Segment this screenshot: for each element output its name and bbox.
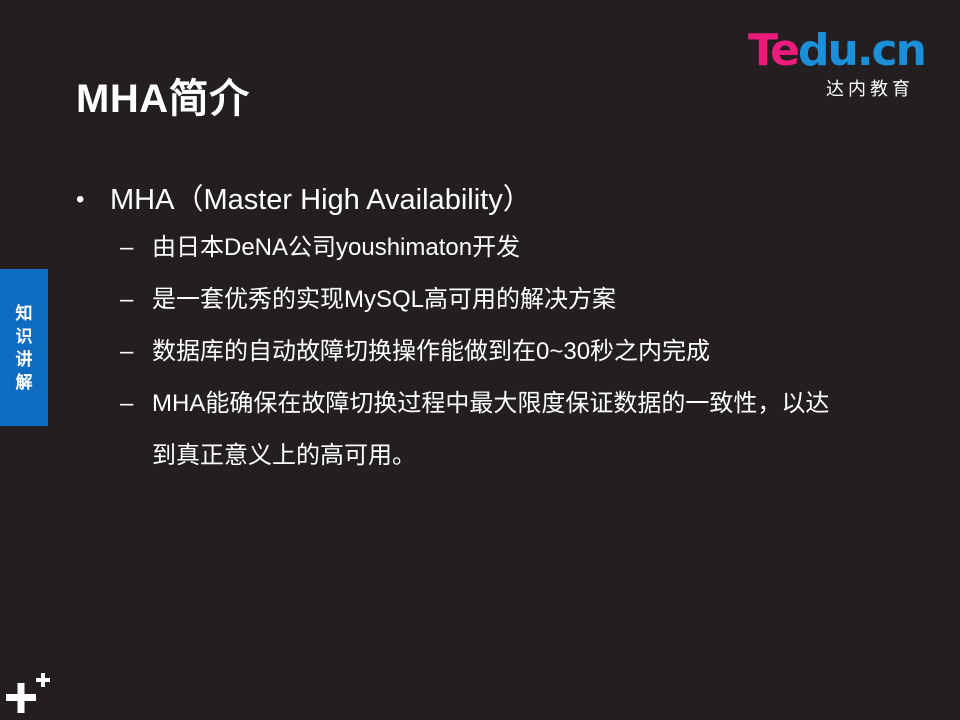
section-tab: 知 识 讲 解: [0, 269, 48, 426]
sub-bullet-marker: –: [120, 286, 134, 313]
brand-logo: Tedu.cn 达内教育: [748, 25, 938, 101]
logo-wordmark-part2: du.cn: [798, 25, 927, 76]
sub-bullet-marker: –: [120, 234, 134, 261]
slide-title: MHA简介: [76, 77, 250, 121]
logo-wordmark-part1: Te: [748, 25, 800, 76]
sub-bullet-marker: –: [120, 390, 134, 417]
logo-subtitle: 达内教育: [826, 79, 914, 100]
section-tab-char: 识: [15, 326, 33, 346]
bullet-marker: •: [76, 186, 85, 213]
sub-bullet-text: 数据库的自动故障切换操作能做到在0~30秒之内完成: [152, 338, 711, 365]
section-tab-char: 知: [15, 303, 33, 323]
section-tab-char: 讲: [15, 349, 33, 369]
plus-icon: [6, 673, 50, 713]
sub-bullet-marker: –: [120, 338, 134, 365]
logo-wordmark: Tedu.cn: [748, 25, 927, 76]
slide-body: • MHA（Master High Availability） – 由日本DeN…: [76, 178, 876, 482]
bullet-item: • MHA（Master High Availability）: [76, 178, 876, 222]
sub-bullet-item: – 数据库的自动故障切换操作能做到在0~30秒之内完成: [76, 326, 876, 378]
bullet-text: MHA（Master High Availability）: [110, 184, 532, 216]
sub-bullet-text: MHA能确保在故障切换过程中最大限度保证数据的一致性，以达到真正意义上的高可用。: [152, 390, 830, 469]
sub-bullet-item: – 由日本DeNA公司youshimaton开发: [76, 222, 876, 274]
sub-bullet-text: 是一套优秀的实现MySQL高可用的解决方案: [152, 286, 617, 313]
sub-bullet-item: – 是一套优秀的实现MySQL高可用的解决方案: [76, 274, 876, 326]
sub-bullet-item: – MHA能确保在故障切换过程中最大限度保证数据的一致性，以达到真正意义上的高可…: [76, 378, 876, 482]
slide: MHA简介 Tedu.cn 达内教育 知 识 讲 解 • MHA（Master …: [0, 0, 960, 720]
sub-bullet-text: 由日本DeNA公司youshimaton开发: [152, 234, 521, 261]
section-tab-char: 解: [15, 372, 33, 392]
sub-bullet-list: – 由日本DeNA公司youshimaton开发 – 是一套优秀的实现MySQL…: [76, 222, 876, 482]
